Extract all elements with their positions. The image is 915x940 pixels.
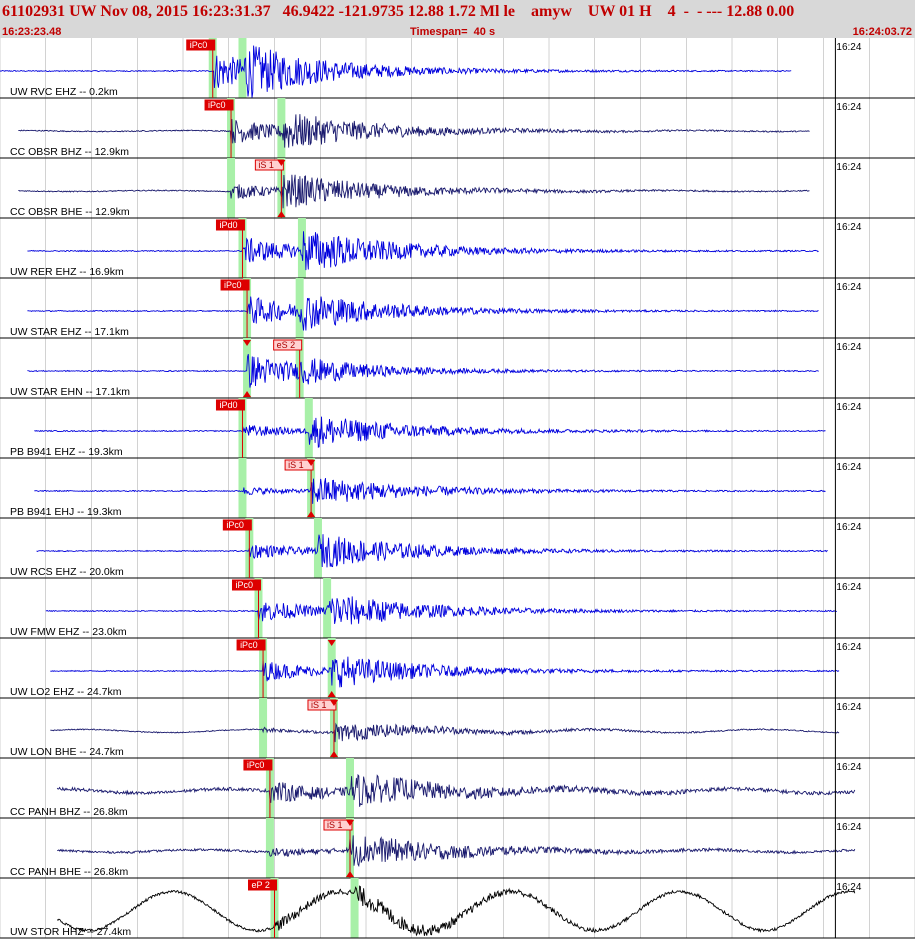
station-label: UW STAR EHN -- 17.1km (10, 386, 130, 398)
waveform (18, 114, 810, 148)
minute-tick-label: 16:24 (836, 402, 861, 413)
station-label: UW RCS EHZ -- 20.0km (10, 566, 124, 578)
p-pick-label: eP 2 (252, 880, 270, 890)
end-time: 16:24:03.72 (852, 26, 912, 38)
waveform (57, 835, 856, 868)
minute-tick-label: 16:24 (836, 642, 861, 653)
waveform (50, 656, 840, 688)
s-pick-highlight (295, 278, 304, 338)
station-label: UW LO2 EHZ -- 24.7km (10, 686, 122, 698)
minute-tick-label: 16:24 (836, 822, 861, 833)
p-pick-label: iPd0 (219, 400, 237, 410)
station-label: UW RVC EHZ -- 0.2km (10, 86, 118, 98)
minute-tick-label: 16:24 (836, 222, 861, 233)
station-label: PB B941 EHJ -- 19.3km (10, 506, 122, 518)
station-label: UW FMW EHZ -- 23.0km (10, 626, 127, 638)
waveform (27, 353, 819, 388)
station-label: UW STOR HHZ -- 27.4km (10, 926, 131, 938)
s-pick-highlight (350, 878, 359, 938)
waveform (0, 45, 792, 98)
waveform (27, 231, 819, 271)
waveform (18, 174, 810, 209)
minute-tick-label: 16:24 (836, 702, 861, 713)
p-pick-label: iPc0 (190, 40, 208, 50)
station-label: UW RER EHZ -- 16.9km (10, 266, 124, 278)
minute-tick-label: 16:24 (836, 882, 861, 893)
waveform (45, 596, 837, 625)
waveform (56, 885, 856, 937)
event-title: 61102931 UW Nov 08, 2015 16:23:31.37 46.… (2, 3, 795, 20)
s-pick-label: iS 1 (327, 820, 343, 830)
minute-tick-label: 16:24 (836, 462, 861, 473)
minute-tick-label: 16:24 (836, 522, 861, 533)
minute-tick-label: 16:24 (836, 282, 861, 293)
waveform (56, 773, 856, 807)
p-pick-label: iPc0 (247, 760, 265, 770)
s-pick-label: eS 2 (277, 340, 296, 350)
station-label: CC PANH BHZ -- 26.8km (10, 806, 128, 818)
waveform (50, 722, 840, 743)
waveform (36, 534, 828, 568)
station-label: UW LON BHE -- 24.7km (10, 746, 124, 758)
station-label: CC PANH BHE -- 26.8km (10, 866, 128, 878)
s-pick-label: iS 1 (311, 700, 327, 710)
p-pick-label: iPc0 (240, 640, 258, 650)
p-pick-highlight (259, 698, 268, 758)
station-label: CC OBSR BHE -- 12.9km (10, 206, 130, 218)
start-time: 16:23:23.48 (2, 26, 62, 38)
event-header: 61102931 UW Nov 08, 2015 16:23:31.37 46.… (0, 0, 915, 38)
p-pick-highlight (238, 458, 247, 518)
station-label: CC OBSR BHZ -- 12.9km (10, 146, 129, 158)
p-pick-label: iPc0 (224, 280, 242, 290)
station-label: UW STAR EHZ -- 17.1km (10, 326, 129, 338)
p-pick-label: iPc0 (226, 520, 244, 530)
minute-tick-label: 16:24 (836, 102, 861, 113)
seismogram-plot: iPc0 16:24 UW RVC EHZ -- 0.2km iPc0 16:24 CC … (0, 38, 915, 939)
minute-tick-label: 16:24 (836, 582, 861, 593)
p-pick-label: iPc0 (208, 100, 226, 110)
p-pick-label: iPc0 (235, 580, 253, 590)
minute-tick-label: 16:24 (836, 342, 861, 353)
minute-tick-label: 16:24 (836, 762, 861, 773)
minute-tick-label: 16:24 (836, 162, 861, 173)
waveform (27, 296, 819, 331)
p-pick-highlight (265, 818, 274, 878)
s-pick-highlight (297, 218, 306, 278)
p-pick-label: iPd0 (219, 220, 237, 230)
waveform (34, 416, 826, 448)
minute-tick-label: 16:24 (836, 42, 861, 53)
timespan-label: Timespan= 40 s (410, 26, 496, 38)
s-pick-label: iS 1 (288, 460, 304, 470)
waveform (34, 478, 826, 504)
station-label: PB B941 EHZ -- 19.3km (10, 446, 123, 458)
s-pick-highlight (304, 398, 313, 458)
s-pick-label: iS 1 (258, 160, 274, 170)
